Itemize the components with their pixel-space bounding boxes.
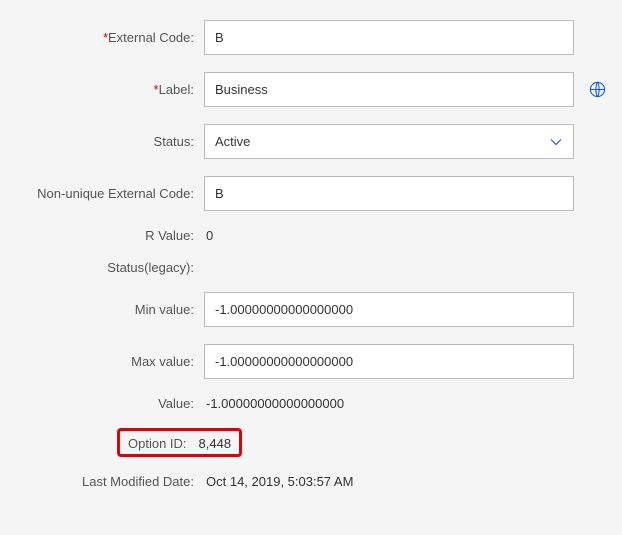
- label-option-id: Option ID:: [128, 436, 197, 451]
- row-value: Value: -1.00000000000000000: [10, 396, 607, 411]
- row-non-unique-external-code: Non-unique External Code:: [10, 176, 607, 211]
- input-min-value[interactable]: [204, 292, 574, 327]
- label-r-value: R Value:: [10, 228, 204, 243]
- label-max-value: Max value:: [10, 354, 204, 369]
- value-last-modified-date: Oct 14, 2019, 5:03:57 AM: [204, 474, 353, 489]
- value-r-value: 0: [204, 228, 213, 243]
- chevron-down-icon: [549, 135, 563, 149]
- label-value: Value:: [10, 396, 204, 411]
- row-label: *Label:: [10, 72, 607, 107]
- label-status: Status:: [10, 134, 204, 149]
- row-r-value: R Value: 0: [10, 228, 607, 243]
- select-status-value: Active: [215, 134, 250, 149]
- input-label[interactable]: [204, 72, 574, 107]
- label-last-modified-date: Last Modified Date:: [10, 474, 204, 489]
- globe-icon[interactable]: [588, 81, 606, 99]
- label-min-value: Min value:: [10, 302, 204, 317]
- select-status[interactable]: Active: [204, 124, 574, 159]
- value-value: -1.00000000000000000: [204, 396, 344, 411]
- row-status: Status: Active: [10, 124, 607, 159]
- label-non-unique-external-code: Non-unique External Code:: [10, 186, 204, 201]
- row-external-code: *External Code:: [10, 20, 607, 55]
- row-last-modified-date: Last Modified Date: Oct 14, 2019, 5:03:5…: [10, 474, 607, 489]
- value-option-id: 8,448: [197, 436, 232, 451]
- label-label: *Label:: [10, 82, 204, 97]
- row-status-legacy: Status(legacy):: [10, 260, 607, 275]
- highlighted-option-id: Option ID: 8,448: [117, 428, 242, 457]
- label-external-code: *External Code:: [10, 30, 204, 45]
- row-min-value: Min value:: [10, 292, 607, 327]
- input-max-value[interactable]: [204, 344, 574, 379]
- form-container: *External Code: *Label: Status:: [0, 0, 622, 526]
- label-status-legacy: Status(legacy):: [10, 260, 204, 275]
- input-non-unique-external-code[interactable]: [204, 176, 574, 211]
- row-max-value: Max value:: [10, 344, 607, 379]
- input-external-code[interactable]: [204, 20, 574, 55]
- row-option-id: Option ID: 8,448: [128, 428, 607, 457]
